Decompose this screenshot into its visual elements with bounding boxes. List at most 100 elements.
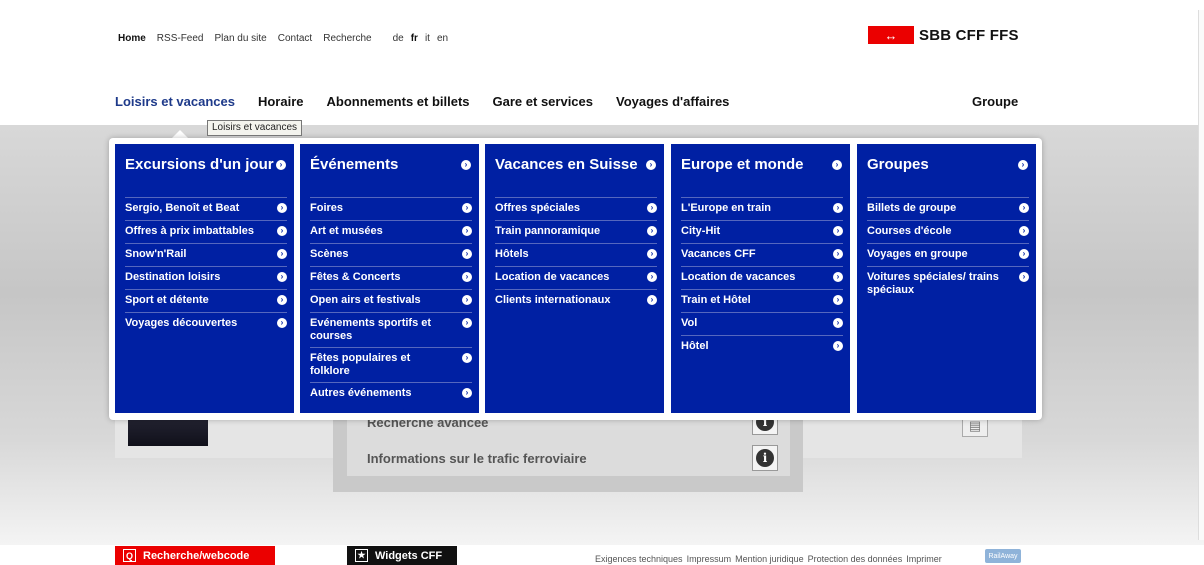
menu-item[interactable]: Hôtels › <box>495 243 657 266</box>
utility-link-home[interactable]: Home <box>118 33 146 44</box>
scrollbar[interactable] <box>1198 10 1204 540</box>
menu-item[interactable]: Snow'n'Rail › <box>125 243 287 266</box>
column-heading[interactable]: Événements › <box>300 144 479 197</box>
menu-item[interactable]: Fêtes populaires et folklore › <box>310 347 472 382</box>
widgets-label: Widgets CFF <box>375 549 443 562</box>
nav-timetable[interactable]: Horaire <box>258 94 304 109</box>
traffic-info-row[interactable]: Informations sur le trafic ferroviaire i <box>347 440 790 476</box>
footer-link[interactable]: Impressum <box>687 554 732 564</box>
nav-station[interactable]: Gare et services <box>493 94 593 109</box>
nav-tickets[interactable]: Abonnements et billets <box>327 94 470 109</box>
main-nav: Loisirs et vacances Horaire Abonnements … <box>115 94 752 109</box>
sbb-logo[interactable]: ↔ SBB CFF FFS <box>868 26 1019 44</box>
menu-item[interactable]: Offres à prix imbattables › <box>125 220 287 243</box>
nav-leisure[interactable]: Loisirs et vacances <box>115 94 235 109</box>
arrow-right-icon: › <box>1019 226 1029 236</box>
menu-item[interactable]: Vacances CFF › <box>681 243 843 266</box>
arrow-right-icon: › <box>462 295 472 305</box>
menu-item[interactable]: Hôtel › <box>681 335 843 358</box>
menu-item[interactable]: Clients internationaux › <box>495 289 657 312</box>
arrow-right-icon: › <box>462 226 472 236</box>
column-heading[interactable]: Vacances en Suisse › <box>485 144 664 197</box>
utility-link-sitemap[interactable]: Plan du site <box>214 33 266 44</box>
menu-item[interactable]: Autres événements › <box>310 382 472 405</box>
menu-item[interactable]: Open airs et festivals › <box>310 289 472 312</box>
menu-item[interactable]: Foires › <box>310 197 472 220</box>
arrow-right-icon: › <box>833 318 843 328</box>
arrow-right-icon: › <box>833 341 843 351</box>
column-heading[interactable]: Excursions d'un jour › <box>115 144 294 197</box>
language-switcher: de fr it en <box>393 33 455 44</box>
menu-item[interactable]: City-Hit › <box>681 220 843 243</box>
menu-item[interactable]: L'Europe en train › <box>681 197 843 220</box>
lang-fr[interactable]: fr <box>411 33 418 44</box>
arrow-right-icon: › <box>647 226 657 236</box>
lang-en[interactable]: en <box>437 33 448 44</box>
widgets-button[interactable]: ★ Widgets CFF <box>347 546 457 565</box>
menu-item[interactable]: Courses d'école › <box>867 220 1029 243</box>
arrow-right-icon: › <box>832 160 842 170</box>
lang-de[interactable]: de <box>393 33 404 44</box>
utility-link-search[interactable]: Recherche <box>323 33 371 44</box>
arrow-right-icon: › <box>277 318 287 328</box>
menu-item[interactable]: Art et musées › <box>310 220 472 243</box>
arrow-right-icon: › <box>1018 160 1028 170</box>
footer-link[interactable]: Mention juridique <box>735 554 804 564</box>
nav-group[interactable]: Groupe <box>972 94 1018 109</box>
menu-item[interactable]: Location de vacances › <box>681 266 843 289</box>
utility-link-contact[interactable]: Contact <box>278 33 312 44</box>
column-heading[interactable]: Europe et monde › <box>671 144 850 197</box>
nav-tooltip: Loisirs et vacances <box>207 120 303 136</box>
railaway-logo[interactable]: RailAway <box>985 549 1021 563</box>
nav-business[interactable]: Voyages d'affaires <box>616 94 729 109</box>
arrow-right-icon: › <box>647 272 657 282</box>
search-webcode-button[interactable]: Q Recherche/webcode <box>115 546 275 565</box>
menu-item[interactable]: Train pannoramique › <box>495 220 657 243</box>
menu-item[interactable]: Evénements sportifs et courses › <box>310 312 472 347</box>
menu-item[interactable]: Voyages en groupe › <box>867 243 1029 266</box>
menu-column-events: Événements › Foires › Art et musées › Scène… <box>300 144 479 413</box>
arrow-right-icon: › <box>646 160 656 170</box>
menu-item[interactable]: Location de vacances › <box>495 266 657 289</box>
traffic-info-button[interactable]: i <box>752 445 778 471</box>
arrow-right-icon: › <box>277 249 287 259</box>
column-heading[interactable]: Groupes › <box>857 144 1036 197</box>
utility-link-rss[interactable]: RSS-Feed <box>157 33 204 44</box>
menu-item[interactable]: Destination loisirs › <box>125 266 287 289</box>
swiss-rail-icon: ↔ <box>868 26 914 44</box>
footer-link[interactable]: Protection des données <box>808 554 903 564</box>
arrow-right-icon: › <box>833 249 843 259</box>
arrow-right-icon: › <box>462 388 472 398</box>
lang-it[interactable]: it <box>425 33 430 44</box>
arrow-right-icon: › <box>647 249 657 259</box>
arrow-right-icon: › <box>461 160 471 170</box>
menu-item[interactable]: Sergio, Benoît et Beat › <box>125 197 287 220</box>
arrow-right-icon: › <box>276 160 286 170</box>
arrow-right-icon: › <box>462 353 472 363</box>
traffic-info-label: Informations sur le trafic ferroviaire <box>367 450 587 466</box>
arrow-right-icon: › <box>833 272 843 282</box>
footer-link[interactable]: Imprimer <box>906 554 942 564</box>
menu-item[interactable]: Train et Hôtel › <box>681 289 843 312</box>
arrow-right-icon: › <box>462 249 472 259</box>
arrow-right-icon: › <box>277 272 287 282</box>
menu-item[interactable]: Voitures spéciales/ trains spéciaux › <box>867 266 1029 301</box>
menu-item[interactable]: Offres spéciales › <box>495 197 657 220</box>
menu-column-europe: Europe et monde › L'Europe en train › City… <box>671 144 850 413</box>
arrow-right-icon: › <box>462 203 472 213</box>
menu-item[interactable]: Sport et détente › <box>125 289 287 312</box>
footer-link[interactable]: Exigences techniques <box>595 554 683 564</box>
search-webcode-label: Recherche/webcode <box>143 549 250 562</box>
menu-item[interactable]: Billets de groupe › <box>867 197 1029 220</box>
menu-item[interactable]: Voyages découvertes › <box>125 312 287 335</box>
arrow-right-icon: › <box>277 203 287 213</box>
menu-item[interactable]: Scènes › <box>310 243 472 266</box>
footer-links: Exigences techniques Impressum Mention j… <box>595 554 946 564</box>
arrow-right-icon: › <box>647 203 657 213</box>
menu-item[interactable]: Vol › <box>681 312 843 335</box>
search-icon: Q <box>123 549 136 562</box>
mega-menu: Excursions d'un jour › Sergio, Benoît et … <box>109 138 1042 420</box>
arrow-right-icon: › <box>833 226 843 236</box>
menu-item[interactable]: Fêtes & Concerts › <box>310 266 472 289</box>
arrow-right-icon: › <box>462 318 472 328</box>
